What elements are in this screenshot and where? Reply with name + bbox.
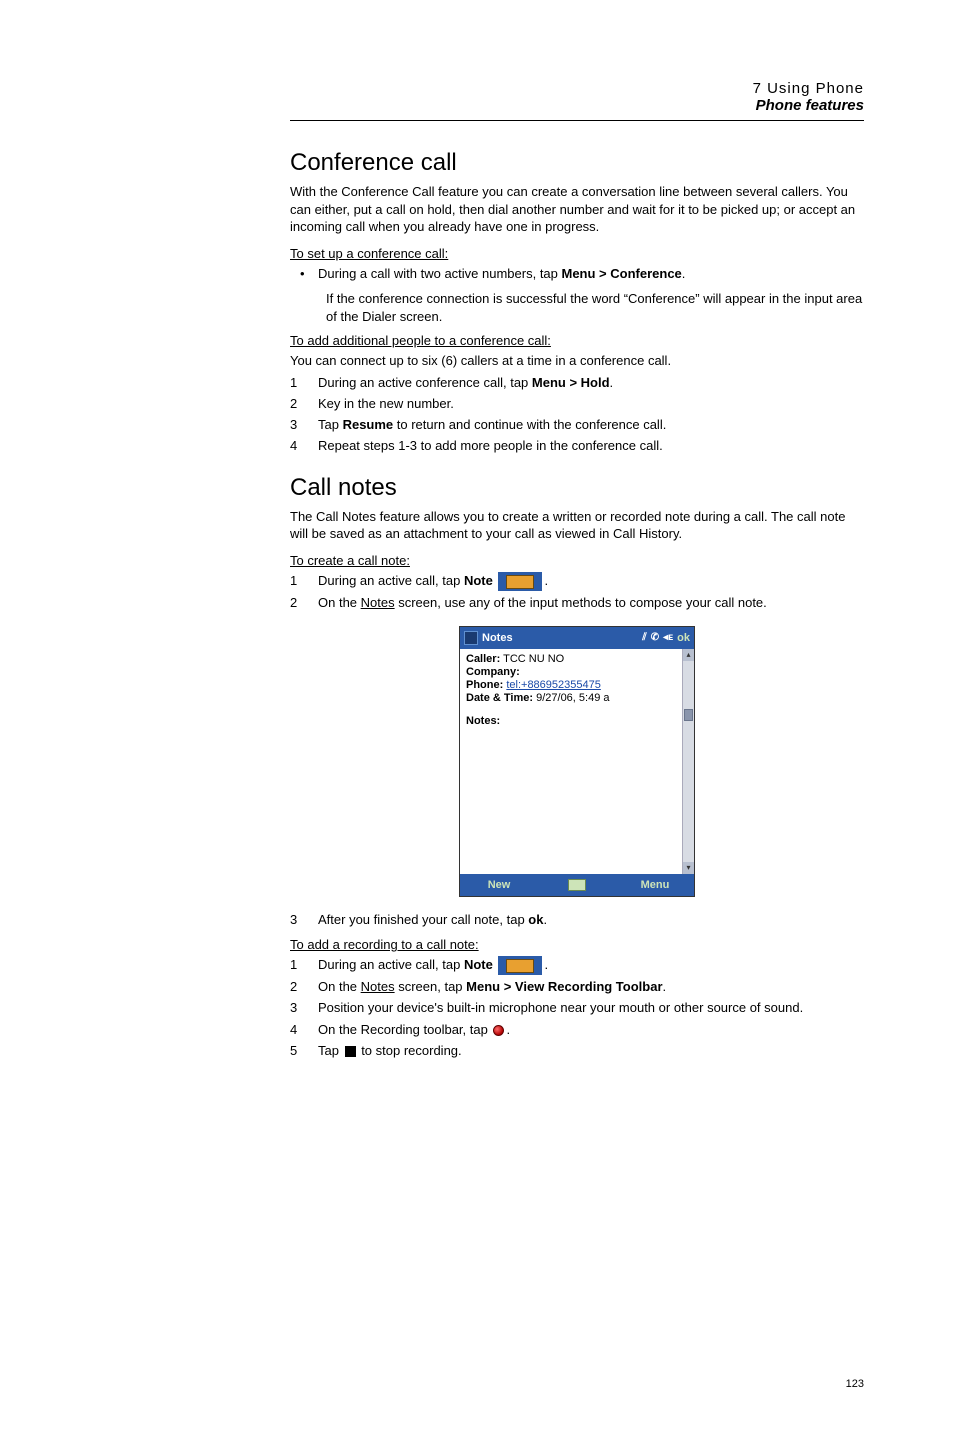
call-notes-heading: Call notes xyxy=(290,474,864,502)
add-people-heading: To add additional people to a conference… xyxy=(290,333,864,348)
rec-step-5: 5 Tap to stop recording. xyxy=(290,1042,864,1060)
setup-bullet-sub: If the conference connection is successf… xyxy=(326,290,864,325)
page-number: 123 xyxy=(846,1378,864,1390)
record-icon xyxy=(493,1025,504,1036)
note-softkey-icon xyxy=(498,956,542,975)
keyboard-icon[interactable] xyxy=(568,879,586,891)
rec-step-3: 3 Position your device's built-in microp… xyxy=(290,999,864,1017)
rec-step-1: 1 During an active call, tap Note . xyxy=(290,956,864,975)
header-rule xyxy=(290,120,864,121)
speaker-icon: ◂ᴇ xyxy=(663,632,673,643)
conf-step-1: 1During an active conference call, tap M… xyxy=(290,374,864,392)
create-step-2: 2 On the Notes screen, use any of the in… xyxy=(290,594,864,612)
scroll-down-icon[interactable]: ▾ xyxy=(683,862,694,874)
rec-step-4: 4 On the Recording toolbar, tap . xyxy=(290,1021,864,1039)
create-step-3: 3 After you finished your call note, tap… xyxy=(290,911,864,929)
menu-softkey[interactable]: Menu xyxy=(616,879,694,891)
create-step-1: 1 During an active call, tap Note . xyxy=(290,572,864,591)
phone-icon: ✆ xyxy=(651,632,659,643)
ok-button[interactable]: ok xyxy=(677,632,690,644)
scrollbar[interactable]: ▴ ▾ xyxy=(682,649,694,874)
conf-step-3: 3Tap Resume to return and continue with … xyxy=(290,416,864,434)
conf-step-4: 4Repeat steps 1-3 to add more people in … xyxy=(290,437,864,455)
conf-step-2: 2Key in the new number. xyxy=(290,395,864,413)
scroll-thumb[interactable] xyxy=(684,709,693,721)
app-icon xyxy=(464,631,478,645)
add-recording-heading: To add a recording to a call note: xyxy=(290,937,864,952)
notes-app-screenshot: Notes ⫽ ✆ ◂ᴇ ok Caller: TCC NU NO Compan… xyxy=(459,626,695,897)
note-softkey-icon xyxy=(498,572,542,591)
setup-bullet: During a call with two active numbers, t… xyxy=(290,265,864,283)
add-people-intro: You can connect up to six (6) callers at… xyxy=(290,352,864,370)
conference-call-heading: Conference call xyxy=(290,149,864,177)
stop-icon xyxy=(345,1046,356,1057)
create-note-heading: To create a call note: xyxy=(290,553,864,568)
header-section: Phone features xyxy=(290,97,864,114)
signal-icon: ⫽ xyxy=(642,632,646,643)
notes-title: Notes xyxy=(482,632,638,644)
phone-tel-link[interactable]: tel:+886952355475 xyxy=(506,679,601,691)
rec-step-2: 2 On the Notes screen, tap Menu > View R… xyxy=(290,978,864,996)
header-chapter: 7 Using Phone xyxy=(290,80,864,97)
conference-intro: With the Conference Call feature you can… xyxy=(290,183,864,236)
new-softkey[interactable]: New xyxy=(460,879,538,891)
setup-conference-heading: To set up a conference call: xyxy=(290,246,864,261)
call-notes-intro: The Call Notes feature allows you to cre… xyxy=(290,508,864,543)
scroll-up-icon[interactable]: ▴ xyxy=(683,649,694,661)
